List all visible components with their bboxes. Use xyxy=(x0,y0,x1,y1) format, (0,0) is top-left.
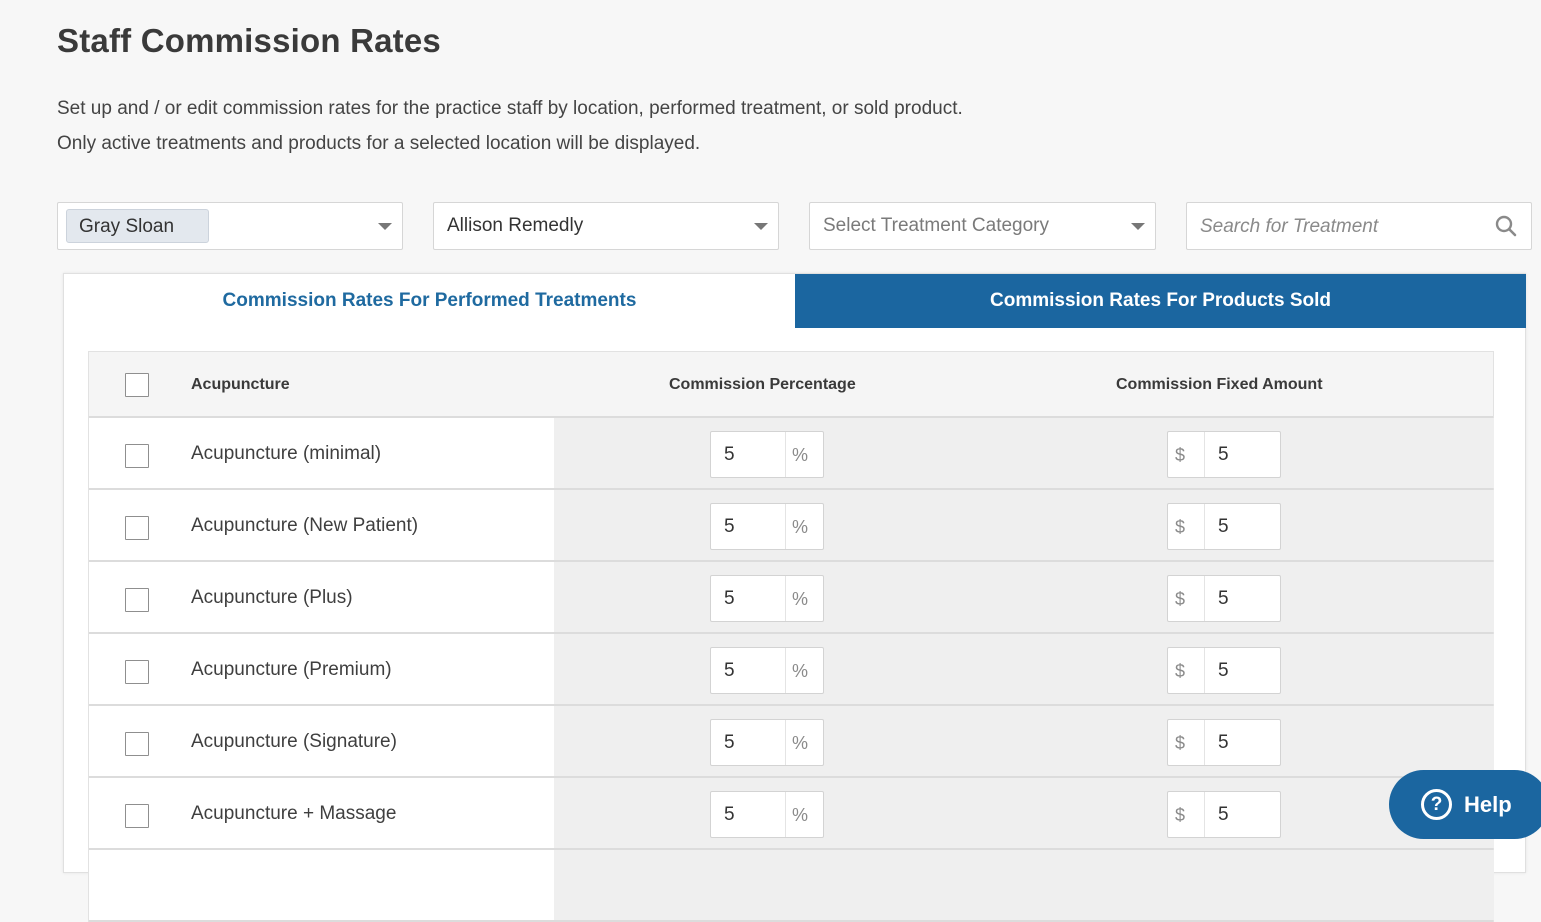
percentage-value[interactable]: 5 xyxy=(724,444,735,466)
percentage-value[interactable]: 5 xyxy=(724,588,735,610)
question-circle-icon: ? xyxy=(1421,789,1452,820)
commission-percentage-input[interactable]: 5 % xyxy=(710,431,824,478)
commission-fixed-input[interactable]: $ 5 xyxy=(1167,575,1281,622)
table-row: Acupuncture (minimal) 5 % $ 5 xyxy=(89,418,1494,490)
tab-performed-treatments[interactable]: Commission Rates For Performed Treatment… xyxy=(64,274,795,328)
provider-selected-value: Allison Remedly xyxy=(447,215,584,236)
chevron-down-icon[interactable] xyxy=(1131,223,1145,230)
page-description-line-1: Set up and / or edit commission rates fo… xyxy=(57,98,963,119)
page-description-line-2: Only active treatments and products for … xyxy=(57,133,701,154)
percentage-value[interactable]: 5 xyxy=(724,804,735,826)
percent-sign: % xyxy=(792,517,809,537)
treatment-name: Acupuncture (New Patient) xyxy=(191,515,419,536)
select-all-checkbox[interactable] xyxy=(125,373,149,397)
dollar-sign: $ xyxy=(1175,805,1186,825)
dollar-sign: $ xyxy=(1175,517,1186,537)
staff-select[interactable]: Gray Sloan xyxy=(57,202,403,250)
fixed-value[interactable]: 5 xyxy=(1218,588,1229,610)
column-header-name: Acupuncture xyxy=(191,376,290,393)
table-header: Acupuncture Commission Percentage Commis… xyxy=(89,352,1493,418)
column-header-percentage: Commission Percentage xyxy=(669,376,856,393)
row-checkbox[interactable] xyxy=(125,444,149,468)
commission-fixed-input[interactable]: $ 5 xyxy=(1167,647,1281,694)
table-row: Acupuncture (Plus) 5 % $ 5 xyxy=(89,562,1494,634)
treatment-name: Acupuncture (minimal) xyxy=(191,443,382,464)
commission-percentage-input[interactable]: 5 % xyxy=(710,719,824,766)
commission-percentage-input[interactable]: 5 % xyxy=(710,791,824,838)
row-checkbox[interactable] xyxy=(125,732,149,756)
percentage-value[interactable]: 5 xyxy=(724,732,735,754)
chevron-down-icon[interactable] xyxy=(754,223,768,230)
row-checkbox[interactable] xyxy=(125,660,149,684)
fixed-value[interactable]: 5 xyxy=(1218,804,1229,826)
commission-fixed-input[interactable]: $ 5 xyxy=(1167,791,1281,838)
row-checkbox[interactable] xyxy=(125,588,149,612)
treatment-search-input[interactable]: Search for Treatment xyxy=(1186,202,1532,250)
tab-products-sold[interactable]: Commission Rates For Products Sold xyxy=(795,274,1526,328)
percent-sign: % xyxy=(792,445,809,465)
row-checkbox[interactable] xyxy=(125,804,149,828)
table-row: Acupuncture (Signature) 5 % $ 5 xyxy=(89,706,1494,778)
fixed-value[interactable]: 5 xyxy=(1218,732,1229,754)
table-row: Acupuncture (New Patient) 5 % $ 5 xyxy=(89,490,1494,562)
help-label: Help xyxy=(1464,792,1512,817)
treatment-name: Acupuncture (Signature) xyxy=(191,731,397,752)
percent-sign: % xyxy=(792,733,809,753)
commission-panel: Commission Rates For Performed Treatment… xyxy=(63,273,1526,922)
percent-sign: % xyxy=(792,805,809,825)
search-placeholder: Search for Treatment xyxy=(1200,216,1379,237)
percentage-value[interactable]: 5 xyxy=(724,660,735,682)
treatment-category-select[interactable]: Select Treatment Category xyxy=(809,202,1156,250)
table-row: Acupuncture + Massage 5 % $ 5 xyxy=(89,778,1494,850)
fixed-value[interactable]: 5 xyxy=(1218,516,1229,538)
treatment-category-placeholder: Select Treatment Category xyxy=(823,215,1049,236)
treatment-name: Acupuncture (Premium) xyxy=(191,659,392,680)
page-title: Staff Commission Rates xyxy=(57,22,441,59)
commission-fixed-input[interactable]: $ 5 xyxy=(1167,503,1281,550)
percentage-value[interactable]: 5 xyxy=(724,516,735,538)
column-header-fixed-amount: Commission Fixed Amount xyxy=(1116,376,1323,393)
commission-percentage-input[interactable]: 5 % xyxy=(710,647,824,694)
fixed-value[interactable]: 5 xyxy=(1218,444,1229,466)
commission-fixed-input[interactable]: $ 5 xyxy=(1167,719,1281,766)
commission-fixed-input[interactable]: $ 5 xyxy=(1167,431,1281,478)
row-checkbox[interactable] xyxy=(125,516,149,540)
chevron-down-icon[interactable] xyxy=(378,223,392,230)
help-button[interactable]: ? Help xyxy=(1389,770,1541,839)
percent-sign: % xyxy=(792,589,809,609)
dollar-sign: $ xyxy=(1175,733,1186,753)
table-row xyxy=(89,850,1494,922)
treatment-name: Acupuncture + Massage xyxy=(191,803,397,824)
table-row: Acupuncture (Premium) 5 % $ 5 xyxy=(89,634,1494,706)
commission-percentage-input[interactable]: 5 % xyxy=(710,503,824,550)
fixed-value[interactable]: 5 xyxy=(1218,660,1229,682)
treatment-name: Acupuncture (Plus) xyxy=(191,587,353,608)
dollar-sign: $ xyxy=(1175,661,1186,681)
percent-sign: % xyxy=(792,661,809,681)
provider-select[interactable]: Allison Remedly xyxy=(433,202,779,250)
search-icon[interactable] xyxy=(1495,215,1517,237)
commission-table: Acupuncture Commission Percentage Commis… xyxy=(88,351,1494,922)
dollar-sign: $ xyxy=(1175,445,1186,465)
dollar-sign: $ xyxy=(1175,589,1186,609)
commission-percentage-input[interactable]: 5 % xyxy=(710,575,824,622)
staff-selected-chip[interactable]: Gray Sloan xyxy=(66,209,209,243)
